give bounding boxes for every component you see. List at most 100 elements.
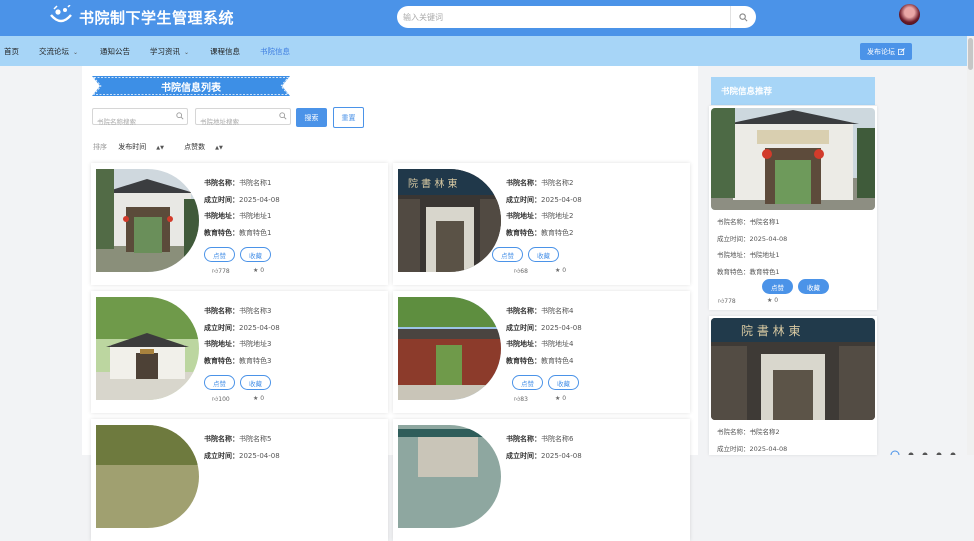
academy-name: 书院名称1	[749, 218, 780, 226]
field-label-date: 成立时间：	[204, 451, 239, 460]
like-count-value: 68	[520, 268, 528, 275]
top-header: 书院制下学生管理系统	[0, 0, 974, 36]
academy-card[interactable]: 书院名称：书院名称1 成立时间：2025-04-08 书院地址：书院地址1 教育…	[91, 163, 388, 285]
nav-academy-info-label: 书院信息	[260, 47, 290, 56]
like-count: 👍︎68	[514, 267, 528, 275]
favorite-button[interactable]: 收藏	[798, 279, 829, 294]
like-count-value: 100	[218, 396, 230, 403]
favorite-button[interactable]: 收藏	[240, 247, 271, 262]
nav-academy-info[interactable]: 书院信息	[260, 46, 290, 57]
academy-date: 2025-04-08	[239, 323, 280, 332]
nav-notice[interactable]: 通知公告	[100, 46, 130, 57]
like-count: 👍︎83	[514, 395, 528, 403]
field-label-name: 书院名称：	[506, 307, 541, 315]
field-label-feature: 教育特色：	[717, 267, 750, 276]
avatar[interactable]	[899, 4, 920, 25]
academy-date: 2025-04-08	[239, 451, 280, 460]
favorite-button[interactable]: 收藏	[240, 375, 271, 390]
name-search-input[interactable]	[93, 114, 169, 130]
svg-text:院 書 林 東: 院 書 林 東	[741, 324, 800, 338]
sort-by-likes[interactable]: 点赞数 ▲▼	[184, 143, 232, 151]
field-label-name: 书院名称：	[717, 428, 750, 436]
academy-name: 书院名称3	[239, 307, 272, 315]
like-button[interactable]: 点赞	[204, 247, 235, 262]
nav-course[interactable]: 课程信息	[210, 46, 240, 57]
favorite-count: ★ 0	[253, 267, 264, 274]
search-button[interactable]: 搜索	[296, 108, 327, 127]
academy-photo	[96, 169, 199, 272]
academy-card[interactable]: 书院名称：书院名称5 成立时间：2025-04-08	[91, 419, 388, 541]
sort-by-time-label: 发布时间	[118, 143, 147, 151]
sort-bar: 排序 发布时间 ▲▼ 点赞数 ▲▼	[93, 142, 241, 152]
field-label-date: 成立时间：	[204, 323, 239, 332]
academy-feature: 教育特色4	[541, 356, 574, 365]
sort-by-time[interactable]: 发布时间 ▲▼	[118, 143, 173, 151]
like-count: 👍︎778	[718, 297, 736, 305]
recommend-info: 书院名称：书院名称1 成立时间：2025-04-08 书院地址：书院地址1 教育…	[717, 214, 787, 280]
academy-date: 2025-04-08	[541, 451, 582, 460]
floating-toolbar[interactable]	[889, 450, 967, 455]
academy-name: 书院名称2	[541, 179, 574, 187]
chevron-down-icon: ⌄	[73, 49, 79, 56]
search-icon	[279, 112, 287, 120]
academy-date: 2025-04-08	[749, 444, 788, 453]
global-search	[397, 6, 756, 28]
academy-address: 书院地址1	[239, 212, 272, 220]
academy-name: 书院名称5	[239, 435, 272, 443]
scrollbar-thumb[interactable]	[968, 38, 973, 70]
academy-photo: 院 書 林 東	[398, 169, 501, 272]
site-title: 书院制下学生管理系统	[79, 9, 235, 27]
academy-feature: 教育特色3	[239, 356, 272, 365]
chevron-down-icon: ⌄	[184, 49, 190, 56]
field-label-feature: 教育特色：	[506, 356, 541, 365]
global-search-input[interactable]	[397, 6, 727, 28]
academy-card[interactable]: 院 書 林 東 书院名称：书院名称2 成立时间：2025-04-08 书院地址：…	[393, 163, 690, 285]
academy-name: 书院名称1	[239, 179, 272, 187]
nav-forum[interactable]: 交流论坛 ⌄	[39, 46, 78, 57]
academy-info: 书院名称：书院名称5 成立时间：2025-04-08	[204, 431, 280, 464]
like-button[interactable]: 点赞	[204, 375, 235, 390]
reset-button[interactable]: 重置	[333, 107, 364, 128]
like-button[interactable]: 点赞	[762, 279, 793, 294]
favorite-button[interactable]: 收藏	[548, 375, 579, 390]
field-label-address: 书院地址：	[506, 340, 541, 348]
favorite-count: ★ 0	[767, 297, 778, 304]
academy-card[interactable]: 书院名称：书院名称6 成立时间：2025-04-08	[393, 419, 690, 541]
field-label-date: 成立时间：	[506, 451, 541, 460]
address-search-input[interactable]	[196, 114, 272, 130]
field-label-feature: 教育特色：	[506, 228, 541, 237]
field-label-name: 书院名称：	[204, 307, 239, 315]
field-label-date: 成立时间：	[717, 444, 750, 453]
academy-card[interactable]: 书院名称：书院名称3 成立时间：2025-04-08 书院地址：书院地址3 教育…	[91, 291, 388, 413]
academy-info: 书院名称：书院名称6 成立时间：2025-04-08	[506, 431, 582, 464]
like-button[interactable]: 点赞	[492, 247, 523, 262]
nav-home[interactable]: 首页	[4, 46, 19, 57]
nav-study-news-label: 学习资讯	[150, 47, 180, 56]
recommend-card[interactable]: 书院名称：书院名称1 成立时间：2025-04-08 书院地址：书院地址1 教育…	[709, 106, 877, 310]
sidebar-title: 书院信息推荐	[711, 77, 875, 105]
academy-date: 2025-04-08	[749, 234, 788, 243]
nav-home-label: 首页	[4, 47, 19, 56]
favorite-button[interactable]: 收藏	[528, 247, 559, 262]
page-scrollbar[interactable]	[967, 36, 974, 455]
nav-study-news[interactable]: 学习资讯 ⌄	[150, 46, 189, 57]
field-label-date: 成立时间：	[717, 234, 750, 243]
recommend-card[interactable]: 院 書 林 東 书院名称：书院名称2 成立时间：2025-04-08	[709, 316, 877, 455]
academy-photo	[96, 425, 199, 528]
academy-photo	[711, 108, 875, 210]
field-label-feature: 教育特色：	[204, 356, 239, 365]
global-search-button[interactable]	[730, 6, 756, 28]
academy-photo	[398, 297, 501, 400]
nav-course-label: 课程信息	[210, 47, 240, 56]
field-label-date: 成立时间：	[204, 195, 239, 204]
logo-icon	[50, 5, 72, 23]
publish-forum-button[interactable]: 发布论坛	[860, 43, 912, 60]
academy-address: 书院地址4	[541, 340, 574, 348]
nav-notice-label: 通知公告	[100, 47, 130, 56]
academy-card[interactable]: 书院名称：书院名称4 成立时间：2025-04-08 书院地址：书院地址4 教育…	[393, 291, 690, 413]
field-label-date: 成立时间：	[506, 195, 541, 204]
address-search-field	[195, 108, 291, 130]
like-count-value: 778	[724, 298, 736, 305]
academy-name: 书院名称4	[541, 307, 574, 315]
like-button[interactable]: 点赞	[512, 375, 543, 390]
